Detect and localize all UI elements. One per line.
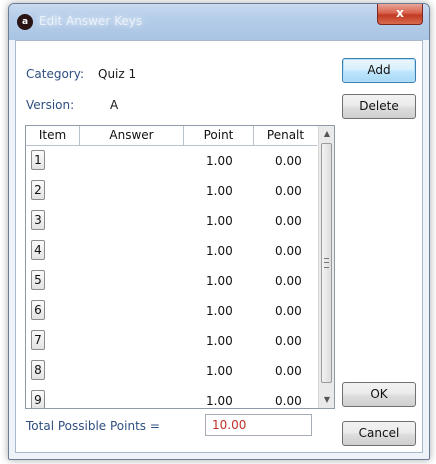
grid-header: Item Answer Point Penalt <box>26 126 317 146</box>
point-cell[interactable]: 1.00 <box>206 364 233 378</box>
point-cell[interactable]: 1.00 <box>206 304 233 318</box>
row-item-button[interactable]: 7 <box>31 330 45 350</box>
column-header-answer[interactable]: Answer <box>80 126 184 145</box>
row-item-button[interactable]: 2 <box>31 180 45 200</box>
table-row[interactable]: 8 1.00 0.00 <box>26 356 317 386</box>
scroll-down-icon[interactable]: ▼ <box>319 392 334 408</box>
column-header-item[interactable]: Item <box>26 126 80 145</box>
penalty-cell[interactable]: 0.00 <box>275 184 302 198</box>
edit-answer-keys-dialog: a Edit Answer Keys x Category: Quiz 1 Ve… <box>8 3 430 460</box>
grip-icon <box>324 258 329 268</box>
row-item-button[interactable]: 3 <box>31 210 45 230</box>
point-cell[interactable]: 1.00 <box>206 184 233 198</box>
point-cell[interactable]: 1.00 <box>206 394 233 408</box>
point-cell[interactable]: 1.00 <box>206 244 233 258</box>
scroll-up-icon[interactable]: ▲ <box>319 126 334 142</box>
row-item-button[interactable]: 5 <box>31 270 45 290</box>
row-item-button[interactable]: 6 <box>31 300 45 320</box>
add-button[interactable]: Add <box>342 58 416 83</box>
penalty-cell[interactable]: 0.00 <box>275 214 302 228</box>
table-row[interactable]: 5 1.00 0.00 <box>26 266 317 296</box>
penalty-cell[interactable]: 0.00 <box>275 394 302 408</box>
version-label: Version: <box>26 98 75 112</box>
total-points-field[interactable]: 10.00 <box>205 414 312 436</box>
category-label: Category: <box>26 67 84 81</box>
table-row[interactable]: 3 1.00 0.00 <box>26 206 317 236</box>
app-icon: a <box>17 14 33 30</box>
scroll-thumb[interactable] <box>321 143 332 383</box>
title-bar[interactable]: a Edit Answer Keys x <box>9 4 429 40</box>
dialog-client-area: Category: Quiz 1 Version: A Add Delete I… <box>15 40 423 453</box>
point-cell[interactable]: 1.00 <box>206 214 233 228</box>
penalty-cell[interactable]: 0.00 <box>275 334 302 348</box>
penalty-cell[interactable]: 0.00 <box>275 244 302 258</box>
penalty-cell[interactable]: 0.00 <box>275 154 302 168</box>
table-row[interactable]: 9 1.00 0.00 <box>26 386 317 408</box>
category-value: Quiz 1 <box>98 67 137 81</box>
delete-button[interactable]: Delete <box>342 94 416 119</box>
table-row[interactable]: 1 1.00 0.00 <box>26 146 317 176</box>
table-row[interactable]: 4 1.00 0.00 <box>26 236 317 266</box>
row-item-button[interactable]: 4 <box>31 240 45 260</box>
close-button[interactable]: x <box>377 4 423 25</box>
point-cell[interactable]: 1.00 <box>206 334 233 348</box>
table-row[interactable]: 6 1.00 0.00 <box>26 296 317 326</box>
point-cell[interactable]: 1.00 <box>206 154 233 168</box>
column-header-penalty[interactable]: Penalt <box>254 126 317 145</box>
total-points-label: Total Possible Points = <box>26 419 160 433</box>
point-cell[interactable]: 1.00 <box>206 274 233 288</box>
grid-rows: 1 1.00 0.00 2 1.00 0.00 3 1.00 0.00 4 1.… <box>26 146 317 408</box>
window-title: Edit Answer Keys <box>39 14 143 28</box>
penalty-cell[interactable]: 0.00 <box>275 304 302 318</box>
row-item-button[interactable]: 8 <box>31 360 45 380</box>
penalty-cell[interactable]: 0.00 <box>275 274 302 288</box>
row-item-button[interactable]: 1 <box>31 150 45 170</box>
version-value: A <box>110 98 119 112</box>
table-row[interactable]: 7 1.00 0.00 <box>26 326 317 356</box>
row-item-button[interactable]: 9 <box>31 390 45 408</box>
ok-button[interactable]: OK <box>342 382 416 407</box>
answer-key-grid[interactable]: Item Answer Point Penalt 1 1.00 0.00 2 1… <box>25 125 335 409</box>
penalty-cell[interactable]: 0.00 <box>275 364 302 378</box>
cancel-button[interactable]: Cancel <box>342 421 416 446</box>
table-row[interactable]: 2 1.00 0.00 <box>26 176 317 206</box>
column-header-point[interactable]: Point <box>184 126 254 145</box>
vertical-scrollbar[interactable]: ▲ ▼ <box>318 126 334 408</box>
close-icon: x <box>396 6 404 20</box>
